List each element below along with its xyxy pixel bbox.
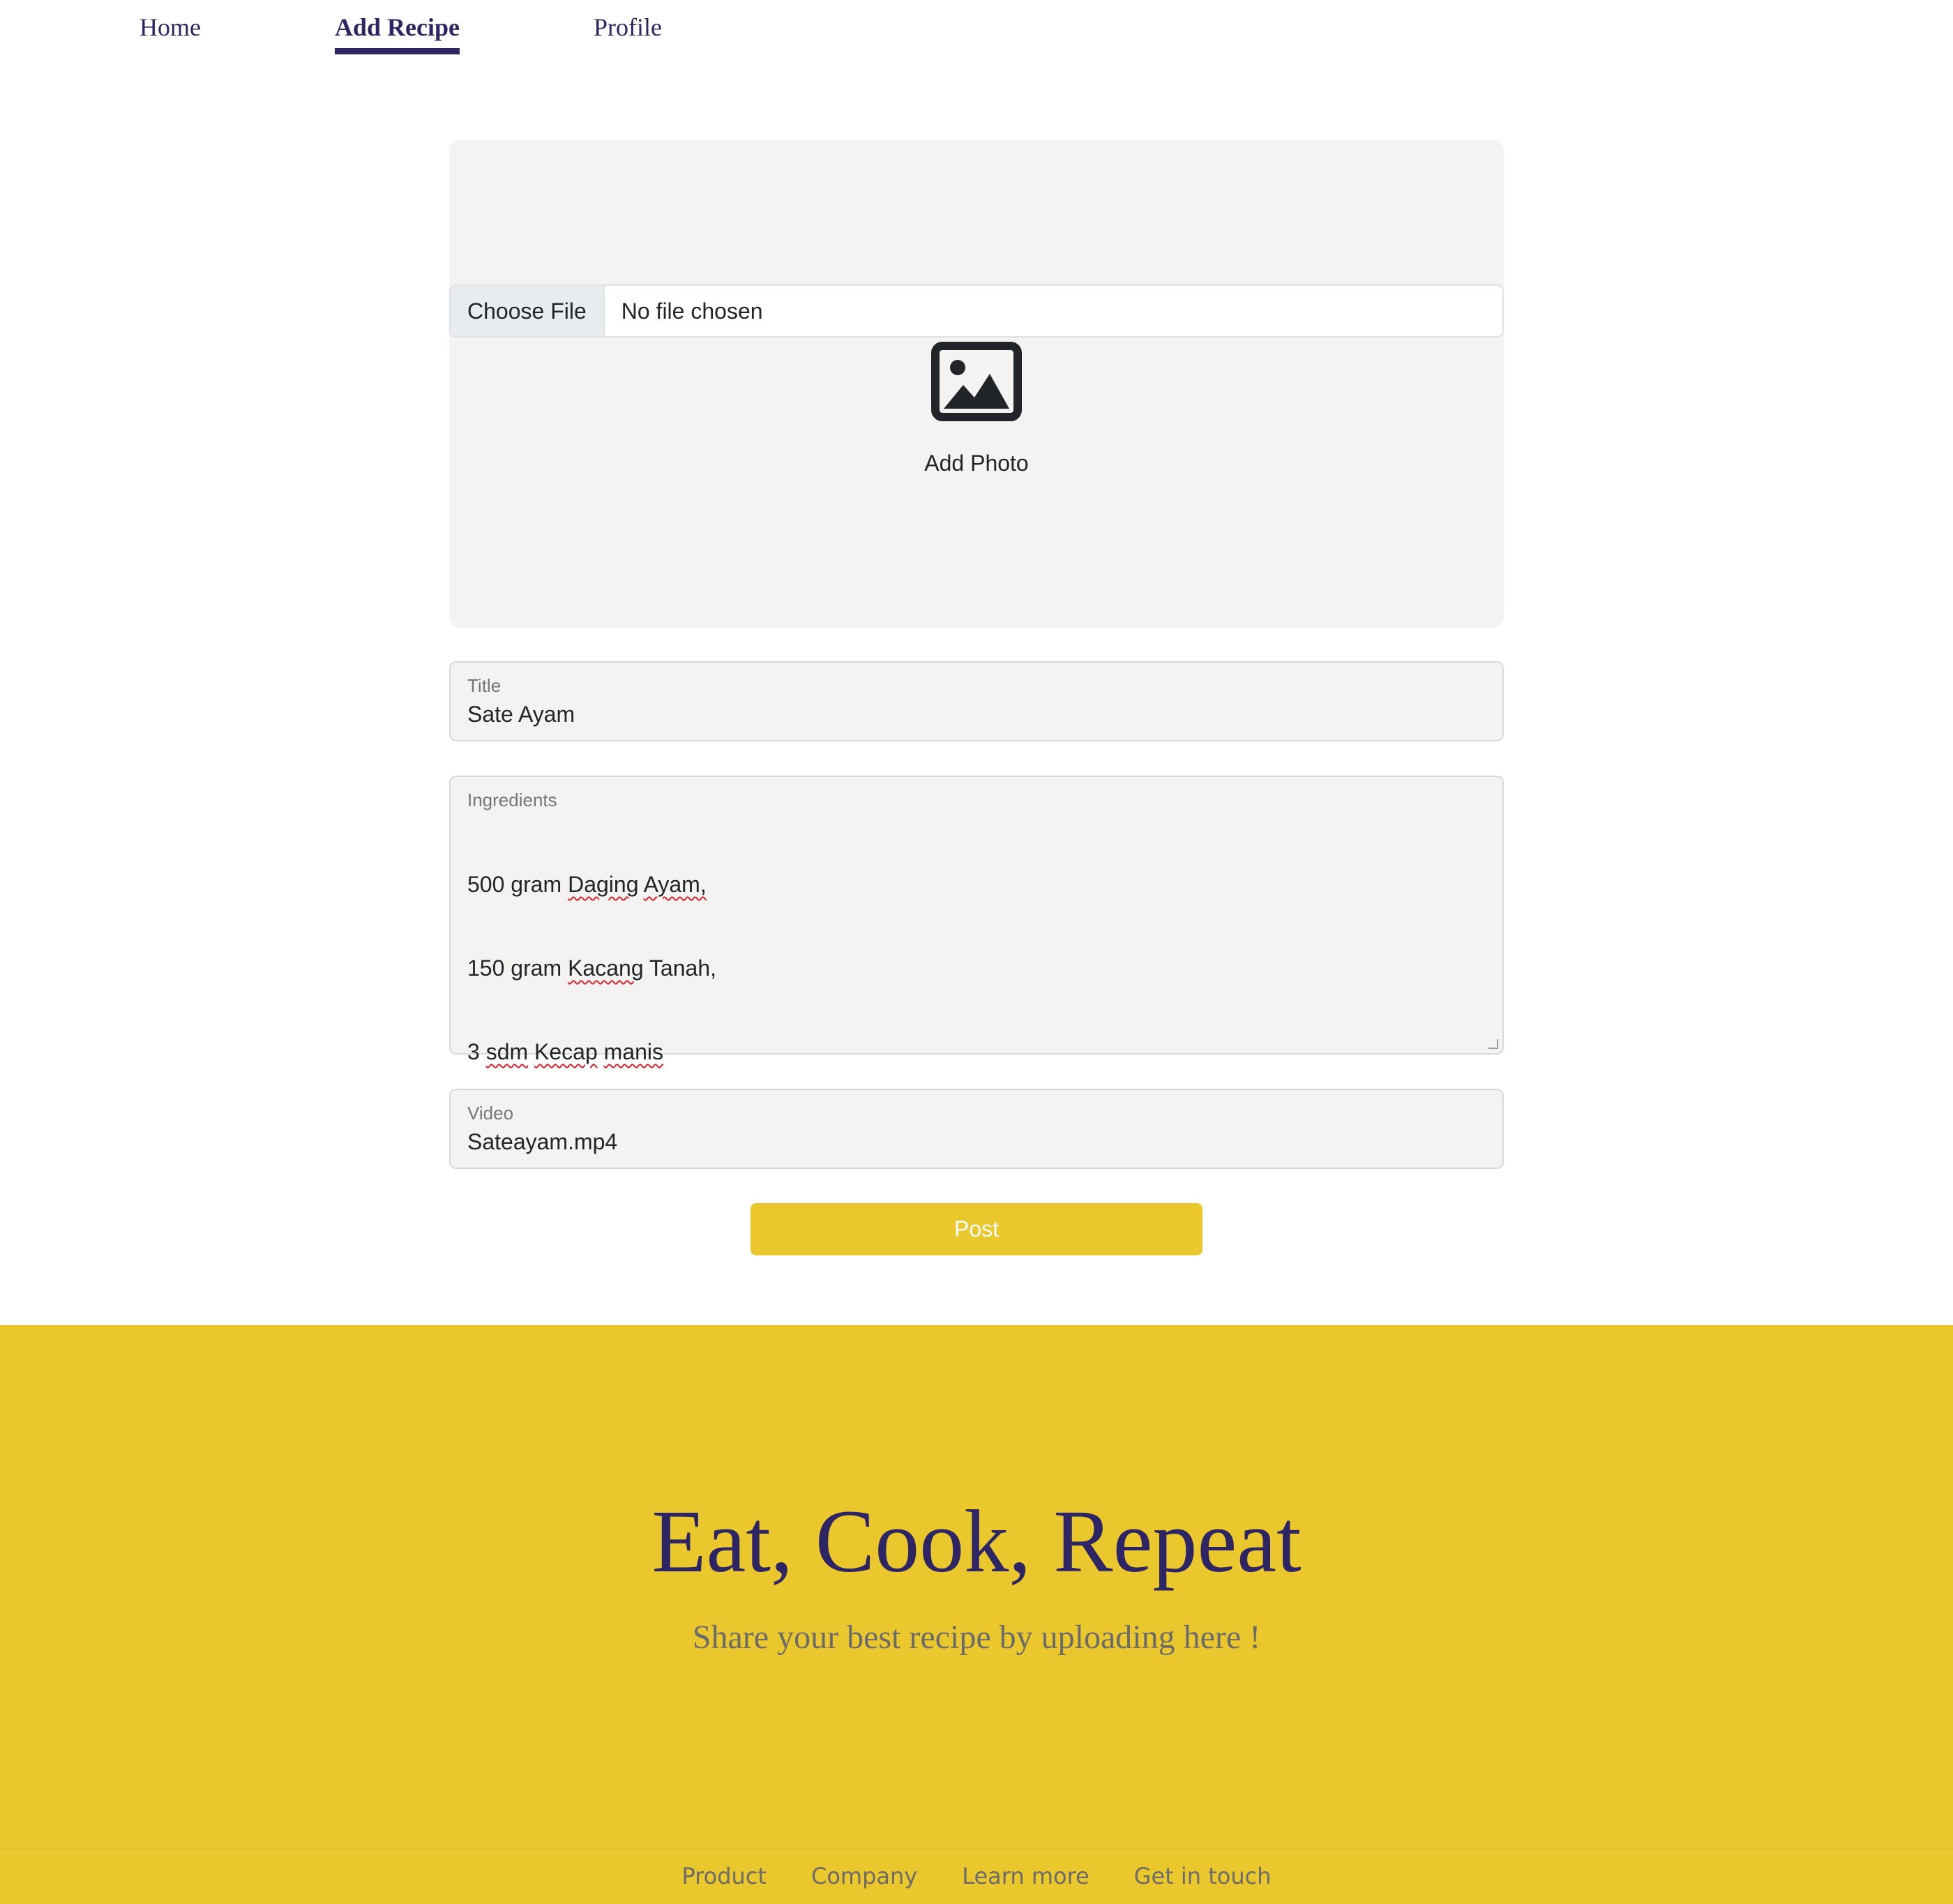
active-nav-indicator: [335, 48, 460, 54]
title-field-label: Title: [467, 675, 502, 696]
ingredient-line: 150 gram Kacang Tanah,: [467, 955, 716, 981]
nav-link-home[interactable]: Home: [140, 13, 201, 42]
ingredients-textarea[interactable]: Ingredients 500 gram Daging Ayam, 150 gr…: [449, 776, 1504, 1064]
footer-link-get-in-touch[interactable]: Get in touch: [1134, 1863, 1272, 1889]
footer-subtitle: Share your best recipe by uploading here…: [692, 1619, 1261, 1656]
ingredient-line: 3 sdm Kecap manis: [467, 1039, 664, 1064]
image-icon: [931, 342, 1022, 421]
video-field-label: Video: [467, 1103, 514, 1124]
nav-link-add-recipe[interactable]: Add Recipe: [335, 13, 460, 54]
photo-upload-panel[interactable]: Choose File No file chosen Add Photo: [449, 139, 1504, 628]
video-field-value[interactable]: Sateayam.mp4: [467, 1128, 1486, 1156]
footer-links: Product Company Learn more Get in touch: [0, 1848, 1953, 1904]
ingredients-field-value[interactable]: 500 gram Daging Ayam, 150 gram Kacang Ta…: [467, 815, 1486, 1121]
choose-file-button[interactable]: Choose File: [451, 286, 605, 336]
title-field-value[interactable]: Sate Ayam: [467, 700, 1486, 728]
add-photo-label: Add Photo: [924, 451, 1029, 476]
footer: [0, 1325, 1953, 1904]
photo-file-input[interactable]: Choose File No file chosen: [449, 285, 1504, 338]
title-field[interactable]: Title Sate Ayam: [449, 661, 1504, 741]
post-button[interactable]: Post: [751, 1203, 1202, 1255]
ingredients-field-label: Ingredients: [467, 789, 557, 810]
video-field[interactable]: Video Sateayam.mp4: [449, 1089, 1504, 1169]
footer-link-company[interactable]: Company: [811, 1863, 917, 1889]
footer-link-product[interactable]: Product: [681, 1863, 767, 1889]
ingredient-line: 500 gram Daging Ayam,: [467, 872, 707, 897]
nav-link-add-recipe-label: Add Recipe: [335, 13, 460, 41]
top-navigation: Home Add Recipe Profile: [0, 0, 1953, 70]
textarea-resize-handle[interactable]: [1488, 1039, 1498, 1049]
nav-link-profile[interactable]: Profile: [594, 13, 662, 42]
file-status-text: No file chosen: [621, 298, 763, 324]
footer-title: Eat, Cook, Repeat: [651, 1492, 1302, 1591]
footer-link-learn-more[interactable]: Learn more: [962, 1863, 1089, 1889]
